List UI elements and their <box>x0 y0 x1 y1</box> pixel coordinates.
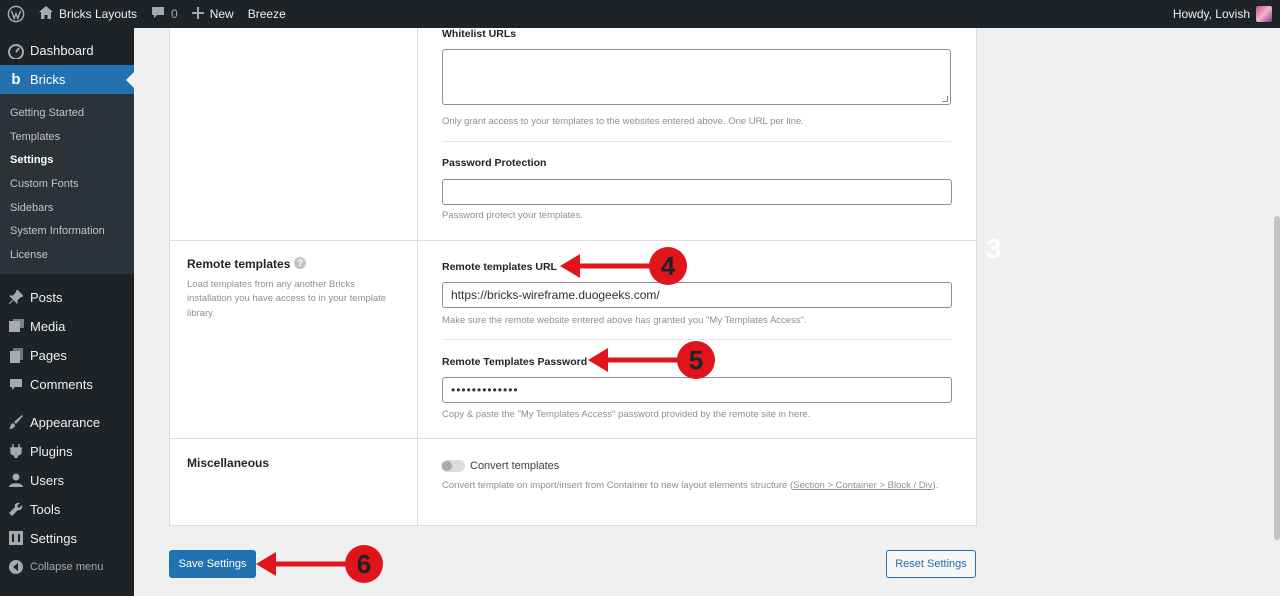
collapse-menu-label: Collapse menu <box>30 561 104 574</box>
annotation-arrow-6: 6 <box>256 545 383 583</box>
save-settings-button[interactable]: Save Settings <box>169 550 256 578</box>
paintbrush-icon <box>8 414 24 430</box>
submenu-settings[interactable]: Settings <box>0 148 134 172</box>
menu-media-label: Media <box>30 318 66 334</box>
convert-templates-toggle[interactable] <box>441 460 465 472</box>
menu-tools[interactable]: Tools <box>0 495 134 524</box>
menu-pages[interactable]: Pages <box>0 341 134 370</box>
settings-sliders-icon <box>8 530 24 546</box>
bricks-submenu: Getting Started Templates Settings Custo… <box>0 94 134 274</box>
help-icon[interactable]: ? <box>294 257 307 269</box>
resize-handle-icon[interactable] <box>942 96 948 102</box>
whitelist-urls-textarea[interactable] <box>442 49 951 105</box>
plus-icon <box>191 6 204 22</box>
remote-templates-title: Remote templates? <box>187 257 307 271</box>
convert-desc-suffix: ). <box>932 480 939 491</box>
wordpress-logo-icon[interactable] <box>0 0 32 28</box>
submenu-license[interactable]: License <box>0 243 134 267</box>
avatar <box>1256 6 1272 22</box>
annotation-step-3: 3 <box>986 233 1002 264</box>
bricks-icon: b <box>11 71 21 88</box>
comment-bubble-icon <box>151 6 165 22</box>
menu-posts-label: Posts <box>30 289 63 305</box>
field-divider <box>442 141 951 142</box>
menu-plugins[interactable]: Plugins <box>0 437 134 466</box>
convert-templates-description: Convert template on import/insert from C… <box>442 479 962 492</box>
menu-appearance[interactable]: Appearance <box>0 408 134 437</box>
collapse-arrow-icon <box>8 559 24 575</box>
menu-appearance-label: Appearance <box>30 414 101 430</box>
whitelist-urls-label: Whitelist URLs <box>442 28 517 40</box>
admin-bar: Bricks Layouts 0 New Breeze Howdy, Lovis… <box>0 0 1280 28</box>
remote-templates-url-input[interactable]: https://bricks-wireframe.duogeeks.com/ <box>442 282 952 308</box>
annotation-step-4: 4 <box>661 251 676 281</box>
menu-settings-label: Settings <box>30 530 77 546</box>
pushpin-icon <box>8 289 24 305</box>
remote-templates-description: Load templates from any another Bricks i… <box>187 279 387 319</box>
new-label: New <box>209 7 234 21</box>
submenu-templates[interactable]: Templates <box>0 125 134 149</box>
user-icon <box>8 472 24 488</box>
comments-icon <box>8 376 24 392</box>
password-protection-description: Password protect your templates. <box>442 210 583 221</box>
scrollbar-thumb[interactable] <box>1274 216 1280 540</box>
menu-pages-label: Pages <box>30 347 67 363</box>
collapse-menu-button[interactable]: Collapse menu <box>0 553 134 582</box>
whitelist-urls-description: Only grant access to your templates to t… <box>442 116 804 127</box>
annotation-arrow-5: 5 <box>588 341 715 379</box>
row-divider <box>170 438 976 439</box>
menu-media[interactable]: Media <box>0 312 134 341</box>
site-name: Bricks Layouts <box>59 7 138 21</box>
menu-users[interactable]: Users <box>0 466 134 495</box>
submenu-sidebars[interactable]: Sidebars <box>0 196 134 220</box>
menu-tools-label: Tools <box>30 501 61 517</box>
password-protection-label: Password Protection <box>442 157 547 169</box>
comments-count: 0 <box>171 7 178 21</box>
remote-templates-password-description: Copy & paste the "My Templates Access" p… <box>442 409 811 420</box>
annotation-arrow-4: 4 <box>560 247 687 285</box>
remote-templates-url-description: Make sure the remote website entered abo… <box>442 315 807 326</box>
plugin-icon <box>8 443 24 459</box>
menu-dashboard[interactable]: Dashboard <box>0 36 134 65</box>
breeze-label: Breeze <box>247 7 286 21</box>
howdy-text: Howdy, Lovish <box>1172 7 1250 21</box>
row-divider <box>170 240 976 241</box>
remote-templates-password-label: Remote Templates Password <box>442 356 588 368</box>
annotation-step-5: 5 <box>689 345 703 375</box>
submenu-getting-started[interactable]: Getting Started <box>0 101 134 125</box>
menu-settings[interactable]: Settings <box>0 524 134 553</box>
layout-structure-link[interactable]: Section > Container > Block / Div <box>793 480 932 491</box>
annotation-step-6: 6 <box>357 549 371 579</box>
remote-templates-title-text: Remote templates <box>187 257 291 271</box>
comments-link[interactable]: 0 <box>144 0 185 28</box>
remote-templates-url-label: Remote templates URL <box>442 261 557 273</box>
convert-templates-label[interactable]: Convert templates <box>470 460 559 472</box>
pages-icon <box>8 347 24 363</box>
menu-bricks[interactable]: b Bricks <box>0 65 134 94</box>
new-content-link[interactable]: New <box>185 0 241 28</box>
submenu-system-information[interactable]: System Information <box>0 219 134 243</box>
media-icon <box>8 318 24 334</box>
reset-settings-button[interactable]: Reset Settings <box>886 550 976 578</box>
menu-comments-label: Comments <box>30 376 93 392</box>
menu-comments[interactable]: Comments <box>0 370 134 399</box>
convert-desc-prefix: Convert template on import/insert from C… <box>442 480 794 491</box>
menu-users-label: Users <box>30 472 64 488</box>
breeze-link[interactable]: Breeze <box>241 0 293 28</box>
dashboard-icon <box>8 43 24 59</box>
menu-plugins-label: Plugins <box>30 443 73 459</box>
submenu-custom-fonts[interactable]: Custom Fonts <box>0 172 134 196</box>
password-protection-input[interactable] <box>442 179 952 205</box>
column-divider <box>417 28 418 525</box>
admin-sidebar: Dashboard b Bricks Getting Started Templ… <box>0 28 134 596</box>
home-icon <box>39 6 53 22</box>
site-name-link[interactable]: Bricks Layouts <box>32 0 144 28</box>
menu-dashboard-label: Dashboard <box>30 43 94 58</box>
toggle-knob <box>442 461 452 471</box>
menu-bricks-label: Bricks <box>30 72 66 87</box>
miscellaneous-title: Miscellaneous <box>187 456 270 470</box>
my-account-link[interactable]: Howdy, Lovish <box>1166 0 1280 28</box>
menu-posts[interactable]: Posts <box>0 283 134 312</box>
wrench-icon <box>8 501 24 517</box>
